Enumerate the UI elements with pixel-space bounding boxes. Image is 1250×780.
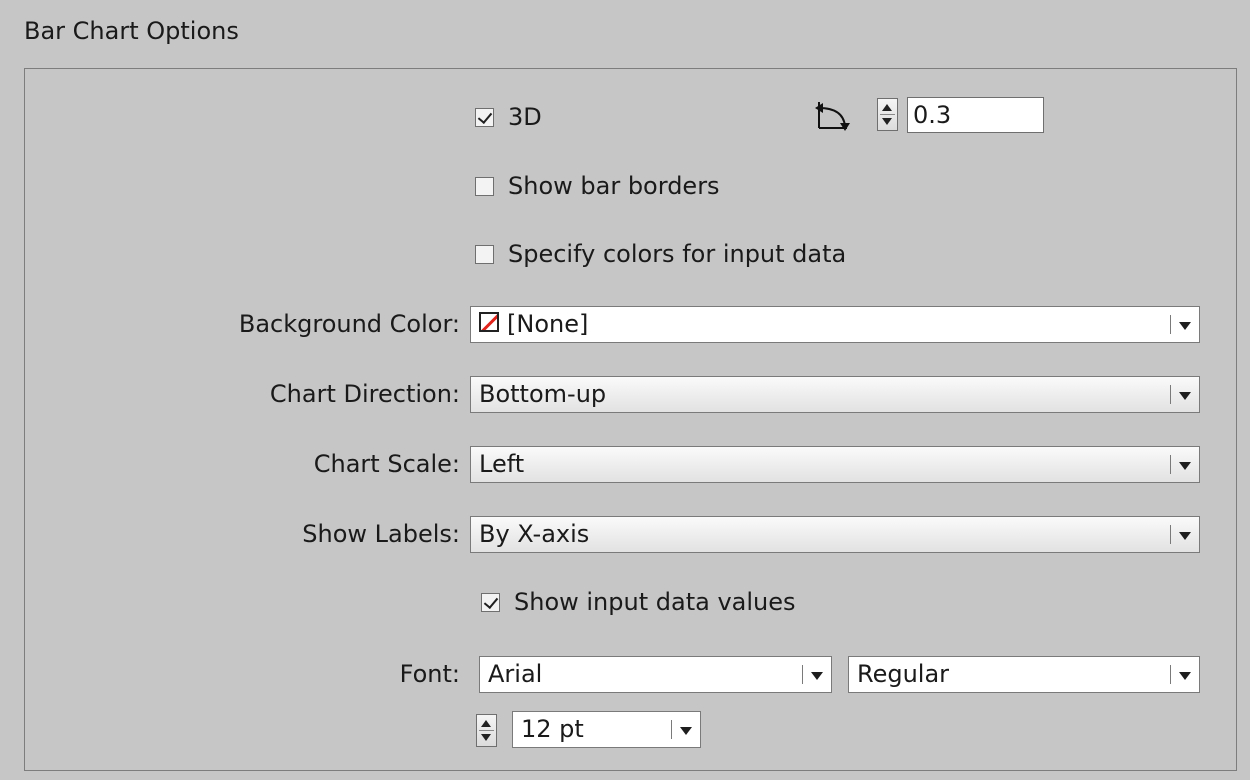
angle-input[interactable]: 0.3 — [907, 97, 1044, 133]
chart-direction-dropdown[interactable]: Bottom-up — [470, 376, 1200, 413]
font-style-value: Regular — [857, 660, 950, 688]
font-family-value: Arial — [488, 660, 543, 688]
chart-scale-value: Left — [479, 450, 525, 478]
chevron-down-icon[interactable] — [1179, 532, 1191, 540]
stepper-up-icon[interactable] — [882, 104, 892, 111]
show-bar-borders-checkbox[interactable]: Show bar borders — [475, 170, 720, 202]
specify-colors-checkbox[interactable]: Specify colors for input data — [475, 238, 846, 270]
three-d-label: 3D — [508, 103, 542, 131]
background-color-value: [None] — [507, 310, 589, 338]
checkbox-icon[interactable] — [475, 176, 494, 196]
background-color-label: Background Color: — [238, 310, 460, 338]
chevron-down-icon[interactable] — [1179, 392, 1191, 400]
chart-direction-value: Bottom-up — [479, 380, 607, 408]
font-size-stepper[interactable] — [476, 714, 497, 747]
chart-direction-label: Chart Direction: — [269, 380, 460, 408]
chevron-down-icon[interactable] — [1179, 672, 1191, 680]
stepper-down-icon[interactable] — [882, 118, 892, 125]
chart-scale-dropdown[interactable]: Left — [470, 446, 1200, 483]
chevron-down-icon[interactable] — [811, 672, 823, 680]
show-labels-dropdown[interactable]: By X-axis — [470, 516, 1200, 553]
show-labels-label: Show Labels: — [302, 520, 460, 548]
show-labels-value: By X-axis — [479, 520, 590, 548]
show-input-values-checkbox[interactable]: Show input data values — [481, 586, 796, 618]
angle-stepper[interactable] — [877, 98, 898, 131]
stepper-up-icon[interactable] — [481, 720, 491, 727]
show-input-values-label: Show input data values — [514, 588, 796, 616]
angle-icon — [815, 102, 850, 131]
chevron-down-icon[interactable] — [680, 727, 692, 735]
checkbox-checked-icon[interactable] — [481, 592, 500, 612]
show-bar-borders-label: Show bar borders — [508, 172, 720, 200]
specify-colors-label: Specify colors for input data — [508, 240, 847, 268]
font-size-value: 12 pt — [521, 715, 584, 743]
font-family-dropdown[interactable]: Arial — [479, 656, 832, 693]
checkbox-checked-icon[interactable] — [475, 107, 494, 127]
chart-scale-label: Chart Scale: — [313, 450, 460, 478]
font-size-dropdown[interactable]: 12 pt — [512, 711, 701, 748]
font-label: Font: — [399, 660, 460, 688]
chevron-down-icon[interactable] — [1179, 322, 1191, 330]
dialog-title: Bar Chart Options — [24, 17, 239, 45]
chevron-down-icon[interactable] — [1179, 462, 1191, 470]
none-swatch-icon — [479, 312, 499, 332]
background-color-dropdown[interactable]: [None] — [470, 306, 1200, 343]
checkbox-icon[interactable] — [475, 244, 494, 264]
three-d-checkbox[interactable]: 3D — [475, 101, 542, 133]
font-style-dropdown[interactable]: Regular — [848, 656, 1200, 693]
stepper-down-icon[interactable] — [481, 734, 491, 741]
